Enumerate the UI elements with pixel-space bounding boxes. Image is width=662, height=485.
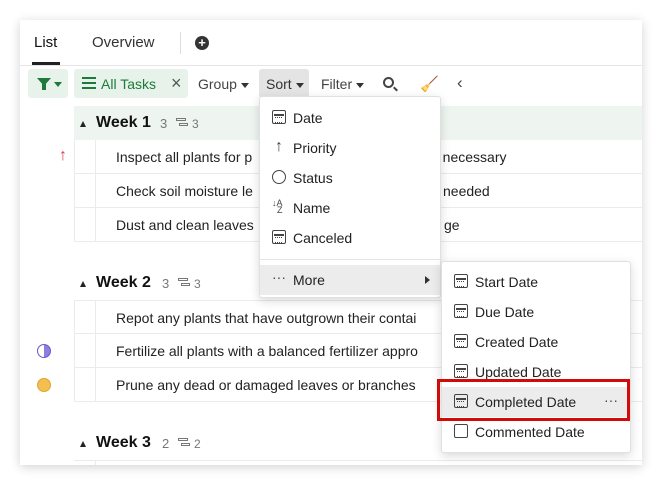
menu-item-label: Name bbox=[293, 200, 331, 216]
due-date-icon bbox=[454, 304, 468, 318]
sort-option-date[interactable]: Date bbox=[260, 103, 440, 133]
group-name: Week 2 bbox=[96, 274, 151, 291]
tab-divider bbox=[180, 32, 181, 54]
task-title[interactable]: Fertilize all plants with a balanced fer… bbox=[116, 343, 418, 359]
quick-filter-button[interactable] bbox=[28, 69, 68, 98]
sort-option-name[interactable]: ↓A Z Name bbox=[260, 193, 440, 223]
task-count: 2 bbox=[162, 436, 170, 451]
task-title[interactable]: Check soil moisture le bbox=[116, 183, 253, 199]
task-title[interactable]: Inspect all plants for p bbox=[116, 149, 252, 165]
task-title[interactable]: Repot any plants that have outgrown thei… bbox=[116, 310, 416, 326]
collapse-icon[interactable]: ‹ bbox=[457, 73, 463, 93]
all-tasks-filter-chip[interactable]: All Tasks × bbox=[74, 69, 188, 98]
row-indent bbox=[74, 174, 96, 208]
sort-option-status[interactable]: Status bbox=[260, 163, 440, 193]
menu-item-label: Start Date bbox=[475, 274, 539, 290]
add-view-icon[interactable]: + bbox=[195, 36, 209, 50]
menu-item-label: Priority bbox=[293, 140, 337, 156]
collapse-triangle-icon[interactable] bbox=[80, 121, 86, 127]
group-name: Week 1 bbox=[96, 114, 151, 131]
priority-up-icon[interactable]: ↑ bbox=[59, 147, 67, 165]
menu-item-label: Created Date bbox=[475, 334, 559, 350]
sort-option-priority[interactable]: ↑ Priority bbox=[260, 133, 440, 163]
filter-label: Filter bbox=[321, 76, 353, 92]
status-in-progress-icon[interactable] bbox=[37, 344, 51, 358]
chevron-down-icon bbox=[240, 82, 249, 88]
subtask-count: 3 bbox=[192, 117, 199, 131]
sort-option-more[interactable]: ··· More bbox=[260, 265, 440, 295]
clear-filter-icon[interactable]: × bbox=[171, 73, 182, 94]
sort-option-start-date[interactable]: Start Date bbox=[442, 267, 630, 297]
row-indent bbox=[74, 301, 96, 335]
group-name: Week 3 bbox=[96, 434, 151, 451]
row-indent bbox=[74, 208, 96, 242]
sort-option-canceled[interactable]: Canceled bbox=[260, 223, 440, 253]
group-label: Group bbox=[198, 76, 237, 92]
menu-item-label: More bbox=[293, 272, 325, 288]
chevron-down-icon bbox=[54, 82, 62, 87]
chevron-right-icon bbox=[425, 276, 430, 284]
calendar-icon bbox=[272, 110, 286, 124]
created-date-icon bbox=[454, 334, 468, 348]
list-icon bbox=[82, 77, 96, 89]
sort-option-commented-date[interactable]: Commented Date bbox=[442, 417, 630, 447]
subtask-count: 2 bbox=[194, 437, 201, 451]
collapse-triangle-icon[interactable] bbox=[80, 281, 86, 287]
row-indent bbox=[74, 334, 96, 368]
menu-item-label: Canceled bbox=[293, 230, 353, 246]
filter-button[interactable]: Filter bbox=[321, 76, 365, 92]
task-title[interactable]: Prune any dead or damaged leaves or bran… bbox=[116, 377, 416, 393]
collapse-triangle-icon[interactable] bbox=[80, 441, 86, 447]
status-pending-icon[interactable] bbox=[37, 378, 51, 392]
comment-icon bbox=[454, 424, 468, 438]
menu-divider bbox=[260, 259, 440, 260]
highlight-annotation bbox=[437, 379, 630, 421]
sort-button[interactable]: Sort bbox=[259, 69, 309, 98]
tab-list[interactable]: List bbox=[34, 34, 57, 51]
view-tabs: List Overview + bbox=[20, 20, 642, 66]
subtasks-icon bbox=[176, 118, 188, 129]
chevron-down-icon bbox=[296, 83, 304, 88]
broom-icon[interactable]: 🧹 bbox=[420, 75, 439, 93]
task-title-tail: ge bbox=[444, 217, 460, 233]
arrow-up-icon: ↑ bbox=[275, 138, 283, 155]
start-date-icon bbox=[454, 274, 468, 288]
tab-overview[interactable]: Overview bbox=[92, 34, 155, 51]
subtasks-icon bbox=[178, 438, 190, 449]
search-icon[interactable] bbox=[383, 77, 394, 88]
table-row[interactable] bbox=[74, 460, 642, 465]
chevron-down-icon bbox=[356, 82, 365, 88]
active-tab-indicator bbox=[32, 62, 60, 65]
more-sort-submenu: Start Date Due Date Created Date Updated… bbox=[441, 261, 631, 453]
calendar-icon bbox=[272, 230, 286, 244]
all-tasks-label: All Tasks bbox=[101, 76, 156, 92]
menu-item-label: Updated Date bbox=[475, 364, 562, 380]
row-indent bbox=[74, 140, 96, 174]
menu-item-label: Date bbox=[293, 110, 323, 126]
funnel-stem bbox=[42, 84, 46, 90]
subtasks-icon bbox=[178, 278, 190, 289]
sort-menu: Date ↑ Priority Status ↓A Z Name Cancele… bbox=[259, 96, 441, 298]
task-count: 3 bbox=[160, 116, 168, 131]
task-title-tail: needed bbox=[443, 183, 490, 199]
sort-option-due-date[interactable]: Due Date bbox=[442, 297, 630, 327]
menu-item-label: Due Date bbox=[475, 304, 535, 320]
menu-item-label: Status bbox=[293, 170, 333, 186]
group-button[interactable]: Group bbox=[198, 76, 249, 92]
menu-item-label: Commented Date bbox=[475, 424, 585, 440]
task-count: 3 bbox=[162, 276, 170, 291]
status-circle-icon bbox=[272, 170, 286, 184]
updated-date-icon bbox=[454, 364, 468, 378]
subtask-count: 3 bbox=[194, 277, 201, 291]
sort-option-created-date[interactable]: Created Date bbox=[442, 327, 630, 357]
row-indent bbox=[74, 461, 96, 465]
more-dots-icon: ··· bbox=[272, 269, 286, 285]
sort-alpha-icon: ↓A Z bbox=[272, 198, 283, 215]
sort-label: Sort bbox=[266, 76, 292, 92]
task-title[interactable]: Dust and clean leaves bbox=[116, 217, 254, 233]
row-indent bbox=[74, 368, 96, 402]
